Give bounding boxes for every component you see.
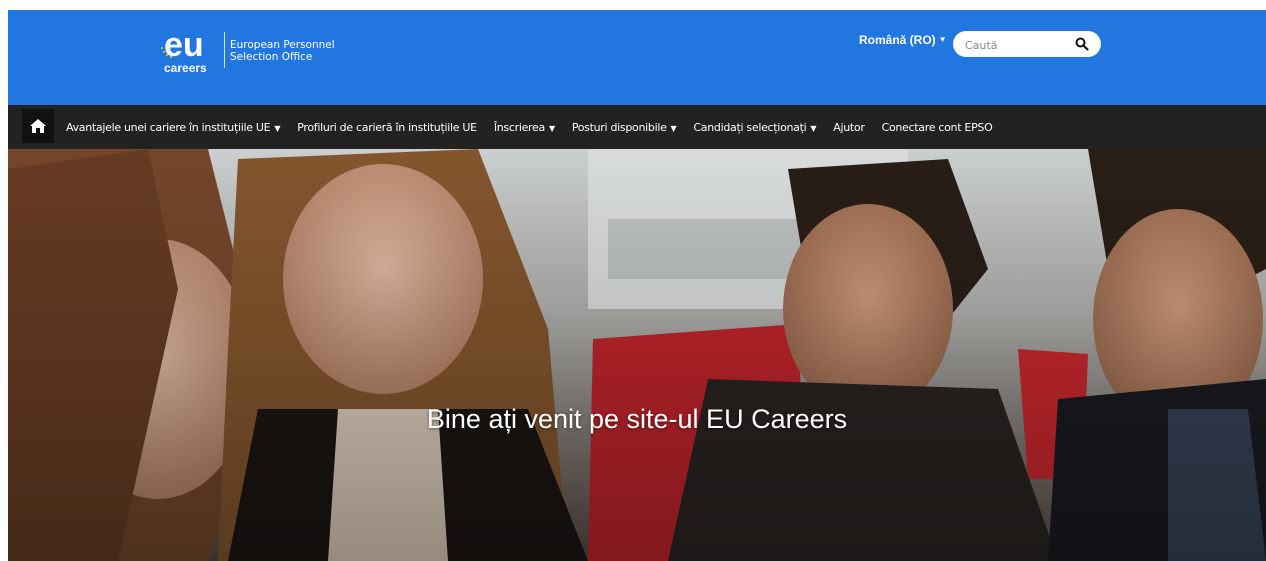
eu-careers-logo[interactable]: eu careers	[160, 26, 220, 76]
nav-item-epso-login[interactable]: Conectare cont EPSO	[882, 121, 993, 134]
nav-item-label: Posturi disponibile	[571, 120, 667, 134]
language-selector[interactable]: Română (RO) ▼	[859, 33, 947, 47]
main-navigation: Avantajele unei cariere în instituțiile …	[8, 105, 1266, 149]
caret-down-icon: ▼	[670, 123, 677, 133]
nav-item-available-jobs[interactable]: Posturi disponibile ▼	[572, 121, 677, 134]
hero-title: Bine ați venit pe site-ul EU Careers	[426, 404, 848, 434]
caret-down-icon: ▼	[810, 123, 817, 133]
nav-item-label: Avantajele unei cariere în instituțiile …	[66, 120, 271, 134]
logo-mark: eu	[164, 26, 204, 64]
agency-line-2: Selection Office	[230, 51, 313, 63]
search-icon[interactable]	[1075, 37, 1089, 51]
caret-down-icon: ▼	[938, 35, 947, 44]
search-box[interactable]	[953, 31, 1101, 57]
nav-item-label: Conectare cont EPSO	[881, 120, 993, 134]
nav-item-label: Candidați selecționați	[693, 120, 807, 134]
nav-item-career-profiles[interactable]: Profiluri de carieră în instituțiile UE	[297, 121, 477, 134]
hero-banner: Bine ați venit pe site-ul EU Careers	[8, 149, 1266, 561]
nav-item-label: Profiluri de carieră în instituțiile UE	[297, 120, 477, 134]
agency-line-1: European Personnel	[230, 39, 335, 51]
home-button[interactable]	[22, 109, 54, 143]
hero-photo	[8, 149, 1266, 561]
nav-item-help[interactable]: Ajutor	[833, 120, 865, 134]
nav-item-label: Înscrierea	[493, 120, 545, 134]
page-frame: eu careers European Personnel Selection …	[8, 10, 1266, 561]
nav-menu: Avantajele unei cariere în instituțiile …	[66, 105, 1009, 149]
agency-name: European Personnel Selection Office	[230, 39, 335, 63]
logo-text: careers	[164, 61, 207, 75]
nav-item-application[interactable]: Înscrierea ▼	[494, 121, 555, 134]
nav-item-label: Ajutor	[833, 120, 865, 134]
caret-down-icon: ▼	[274, 123, 281, 133]
site-header: eu careers European Personnel Selection …	[8, 10, 1266, 105]
home-icon	[30, 119, 46, 133]
caret-down-icon: ▼	[548, 123, 555, 133]
language-label: Română (RO)	[859, 33, 936, 47]
search-input[interactable]	[963, 35, 1077, 55]
nav-item-career-advantages[interactable]: Avantajele unei cariere în instituțiile …	[66, 121, 280, 134]
logo-divider	[224, 32, 225, 68]
nav-item-selected-candidates[interactable]: Candidați selecționați ▼	[693, 121, 816, 134]
